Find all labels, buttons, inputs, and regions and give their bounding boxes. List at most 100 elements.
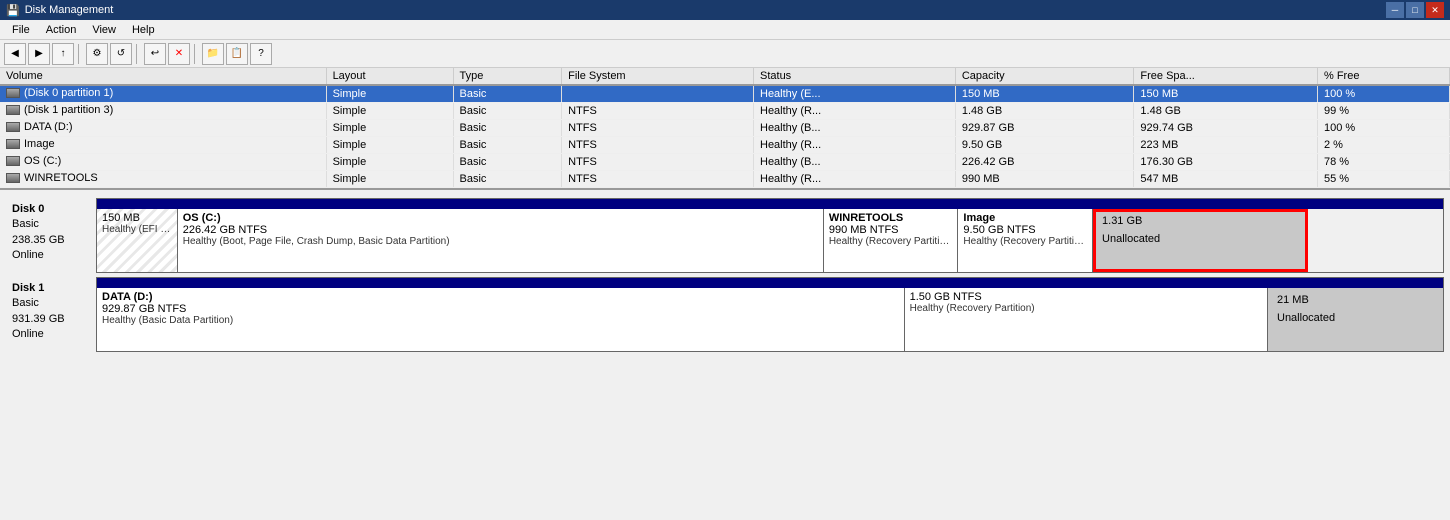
vol-type: Basic (453, 171, 562, 188)
toolbar-back[interactable]: ◀ (4, 43, 26, 65)
part-status: Healthy (EFI System Partition) (102, 224, 172, 235)
vol-free: 547 MB (1134, 171, 1318, 188)
menu-bar: File Action View Help (0, 20, 1450, 40)
toolbar-forward[interactable]: ▶ (28, 43, 50, 65)
toolbar-sep2 (136, 44, 140, 64)
disk0-label: Disk 0 Basic 238.35 GB Online (6, 198, 96, 273)
disk0-status: Online (12, 248, 90, 263)
main-area: Volume Layout Type File System Status Ca… (0, 68, 1450, 520)
vol-name: DATA (D:) (0, 120, 326, 137)
part-size: 9.50 GB NTFS (963, 224, 1087, 236)
disk1-label: Disk 1 Basic 931.39 GB Online (6, 277, 96, 352)
part-size: 990 MB NTFS (829, 224, 953, 236)
toolbar-properties[interactable]: ⚙ (86, 43, 108, 65)
vol-free: 176.30 GB (1134, 154, 1318, 171)
vol-status: Healthy (E... (754, 85, 956, 103)
disk0-row: Disk 0 Basic 238.35 GB Online 150 MB Hea… (6, 198, 1444, 273)
partition-os[interactable]: OS (C:) 226.42 GB NTFS Healthy (Boot, Pa… (178, 209, 824, 272)
menu-action[interactable]: Action (38, 22, 85, 38)
vol-layout: Simple (326, 171, 453, 188)
partition-recovery1[interactable]: 1.50 GB NTFS Healthy (Recovery Partition… (905, 288, 1268, 351)
vol-capacity: 990 MB (955, 171, 1134, 188)
part-label: Image (963, 212, 1087, 224)
part-status: Healthy (Boot, Page File, Crash Dump, Ba… (183, 236, 818, 247)
part-status: Healthy (Recovery Partition) (829, 236, 953, 247)
col-layout: Layout (326, 68, 453, 85)
menu-view[interactable]: View (84, 22, 124, 38)
disk1-row: Disk 1 Basic 931.39 GB Online DATA (D:) … (6, 277, 1444, 352)
title-bar-text: Disk Management (25, 4, 114, 16)
toolbar-help[interactable]: ? (250, 43, 272, 65)
vol-icon-rect (6, 105, 20, 115)
maximize-button[interactable]: □ (1406, 2, 1424, 18)
partition-unalloc0[interactable]: 1.31 GB Unallocated (1093, 209, 1308, 272)
volume-row-0[interactable]: (Disk 0 partition 1) Simple Basic Health… (0, 85, 1450, 103)
vol-capacity: 1.48 GB (955, 103, 1134, 120)
toolbar: ◀ ▶ ↑ ⚙ ↺ ↩ ✕ 📁 📋 ? (0, 40, 1450, 68)
minimize-button[interactable]: ─ (1386, 2, 1404, 18)
disk1-size: 931.39 GB (12, 312, 90, 327)
part-size: 150 MB (102, 212, 172, 224)
part-label: OS (C:) (183, 212, 818, 224)
partition-efi[interactable]: 150 MB Healthy (EFI System Partition) (97, 209, 178, 272)
vol-capacity: 9.50 GB (955, 137, 1134, 154)
volume-row-1[interactable]: (Disk 1 partition 3) Simple Basic NTFS H… (0, 103, 1450, 120)
vol-name: (Disk 0 partition 1) (0, 85, 326, 103)
toolbar-refresh[interactable]: ↺ (110, 43, 132, 65)
vol-status: Healthy (R... (754, 103, 956, 120)
disk0-name: Disk 0 (12, 202, 90, 217)
vol-fs (562, 85, 754, 103)
vol-pct: 55 % (1317, 171, 1449, 188)
part-label: WINRETOOLS (829, 212, 953, 224)
part-status: Healthy (Recovery Partition) (963, 236, 1087, 247)
toolbar-up[interactable]: ↑ (52, 43, 74, 65)
partition-winretools[interactable]: WINRETOOLS 990 MB NTFS Healthy (Recovery… (824, 209, 959, 272)
volume-table: Volume Layout Type File System Status Ca… (0, 68, 1450, 190)
vol-status: Healthy (B... (754, 120, 956, 137)
vol-status: Healthy (R... (754, 137, 956, 154)
vol-fs: NTFS (562, 171, 754, 188)
partition-unalloc1[interactable]: 21 MB Unallocated (1268, 288, 1443, 351)
unalloc-size: 1.31 GB (1098, 212, 1303, 230)
volume-row-3[interactable]: Image Simple Basic NTFS Healthy (R... 9.… (0, 137, 1450, 154)
menu-help[interactable]: Help (124, 22, 163, 38)
vol-capacity: 929.87 GB (955, 120, 1134, 137)
vol-layout: Simple (326, 154, 453, 171)
vol-fs: NTFS (562, 103, 754, 120)
part-status: Healthy (Recovery Partition) (910, 303, 1262, 314)
volume-row-2[interactable]: DATA (D:) Simple Basic NTFS Healthy (B..… (0, 120, 1450, 137)
vol-pct: 2 % (1317, 137, 1449, 154)
vol-pct: 100 % (1317, 120, 1449, 137)
disk-area: Disk 0 Basic 238.35 GB Online 150 MB Hea… (0, 190, 1450, 520)
vol-pct: 99 % (1317, 103, 1449, 120)
disk0-size: 238.35 GB (12, 233, 90, 248)
toolbar-new[interactable]: 📁 (202, 43, 224, 65)
vol-type: Basic (453, 154, 562, 171)
unalloc-sublabel: Unallocated (1273, 309, 1438, 327)
vol-status: Healthy (R... (754, 171, 956, 188)
volume-row-4[interactable]: OS (C:) Simple Basic NTFS Healthy (B... … (0, 154, 1450, 171)
title-bar-icon: 💾 (6, 4, 20, 17)
menu-file[interactable]: File (4, 22, 38, 38)
toolbar-sep1 (78, 44, 82, 64)
vol-pct: 100 % (1317, 85, 1449, 103)
toolbar-sep3 (194, 44, 198, 64)
partition-image[interactable]: Image 9.50 GB NTFS Healthy (Recovery Par… (958, 209, 1093, 272)
vol-layout: Simple (326, 120, 453, 137)
vol-icon-rect (6, 173, 20, 183)
vol-fs: NTFS (562, 120, 754, 137)
partition-data[interactable]: DATA (D:) 929.87 GB NTFS Healthy (Basic … (97, 288, 905, 351)
vol-fs: NTFS (562, 154, 754, 171)
disk0-partitions: 150 MB Healthy (EFI System Partition) OS… (96, 198, 1444, 273)
vol-free: 223 MB (1134, 137, 1318, 154)
toolbar-delete[interactable]: ✕ (168, 43, 190, 65)
toolbar-copy[interactable]: 📋 (226, 43, 248, 65)
vol-name: Image (0, 137, 326, 154)
toolbar-undo[interactable]: ↩ (144, 43, 166, 65)
part-label: DATA (D:) (102, 291, 899, 303)
volume-row-5[interactable]: WINRETOOLS Simple Basic NTFS Healthy (R.… (0, 171, 1450, 188)
unalloc-sublabel: Unallocated (1098, 230, 1303, 248)
close-button[interactable]: ✕ (1426, 2, 1444, 18)
disk1-name: Disk 1 (12, 281, 90, 296)
vol-type: Basic (453, 137, 562, 154)
